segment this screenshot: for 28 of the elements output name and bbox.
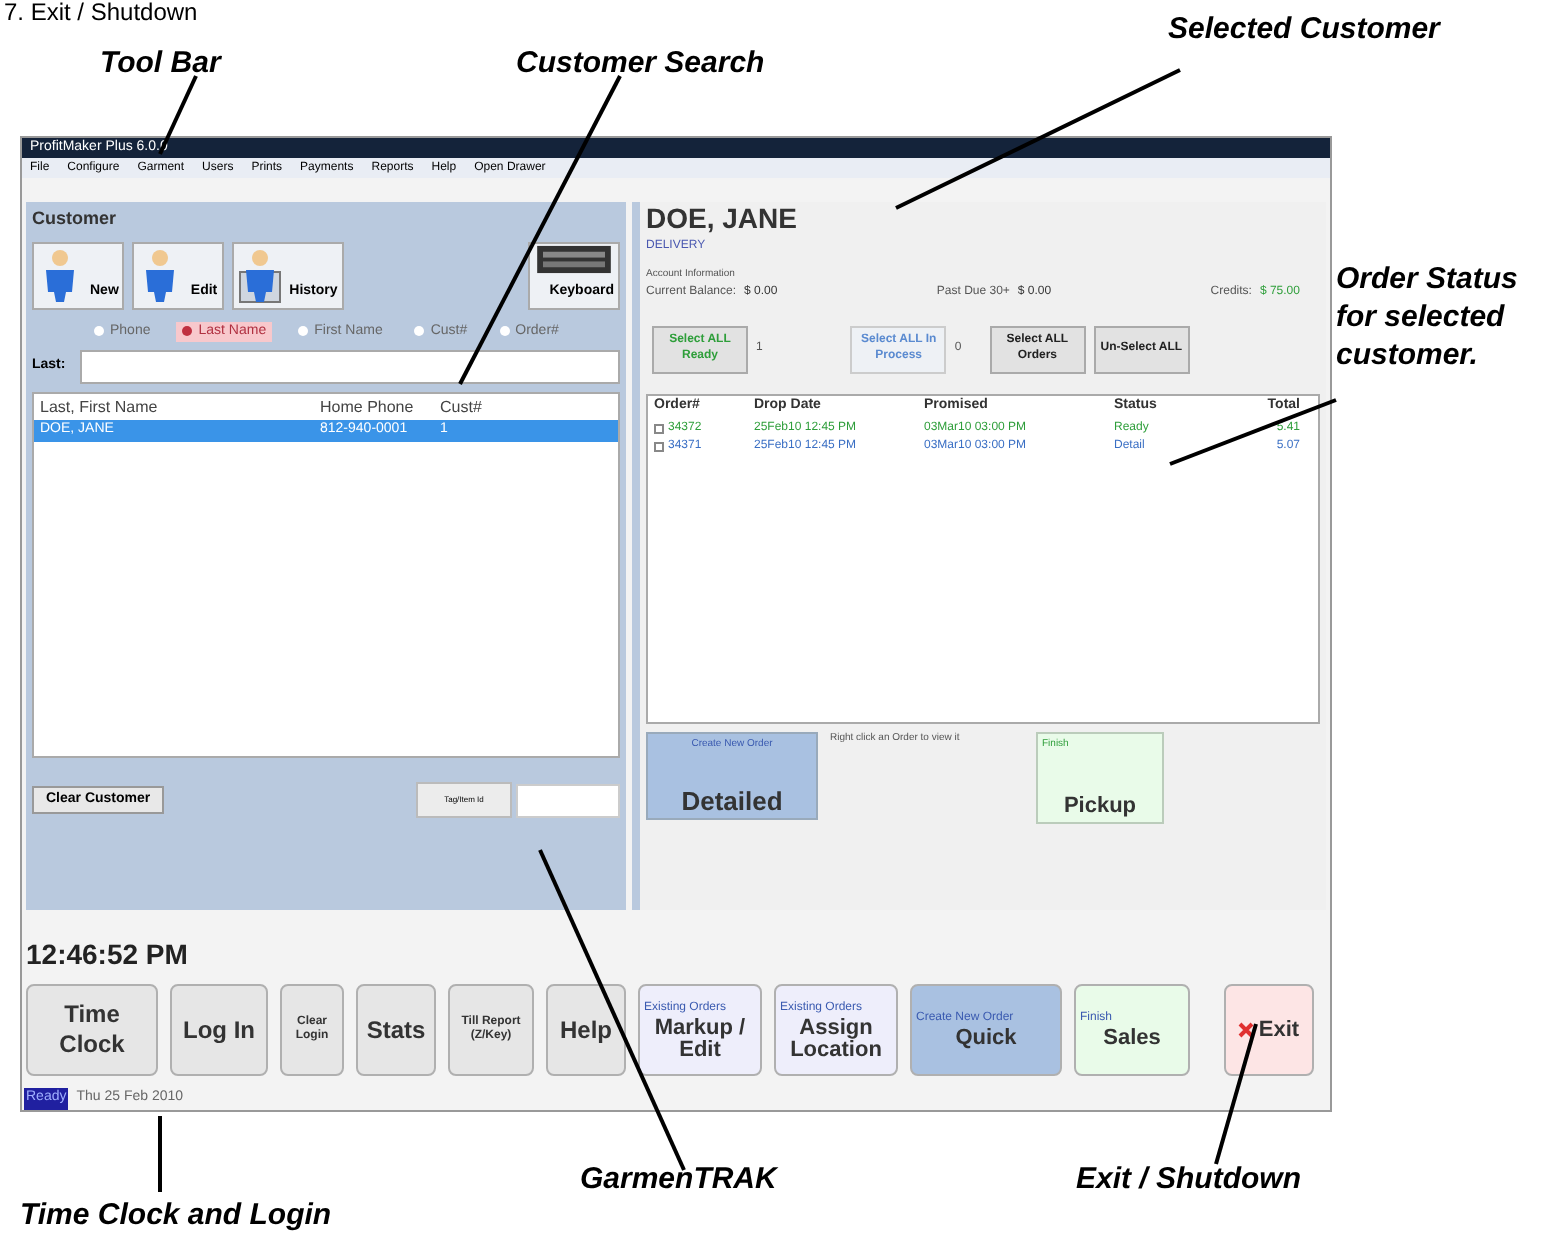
toolbar-button[interactable]: Stats bbox=[356, 984, 436, 1076]
caption: 7. Exit / Shutdown bbox=[4, 0, 198, 26]
checkbox[interactable] bbox=[654, 441, 664, 451]
checkbox[interactable] bbox=[654, 423, 664, 433]
toolbar-button[interactable]: Log In bbox=[170, 984, 268, 1076]
customer-name: DOE, JANE bbox=[646, 202, 799, 234]
search-field[interactable] bbox=[80, 350, 620, 384]
close-icon bbox=[1238, 1022, 1255, 1038]
callout-label: Customer Search bbox=[516, 44, 765, 82]
exit-button[interactable]: Exit bbox=[1224, 984, 1314, 1076]
column-header: Cust# bbox=[440, 395, 484, 419]
panel-title: Customer bbox=[32, 206, 119, 232]
leader-line bbox=[1214, 1023, 1258, 1165]
tag-field[interactable] bbox=[516, 783, 620, 817]
callout-label: Tool Bar bbox=[100, 44, 221, 82]
callout-label: Order Status for selected customer. bbox=[1336, 260, 1520, 374]
leader-line bbox=[158, 1116, 162, 1192]
clock-text: 12:46:52 PM bbox=[24, 936, 190, 974]
toolbar-button[interactable]: Time Clock bbox=[26, 984, 158, 1076]
callout-label: GarmenTRAK bbox=[580, 1160, 777, 1198]
column-header: Home Phone bbox=[320, 395, 416, 419]
column-header: Last, First Name bbox=[40, 395, 160, 419]
keyboard-icon bbox=[534, 243, 614, 274]
callout-label: Selected Customer bbox=[1168, 10, 1440, 48]
callout-label: Exit / Shutdown bbox=[1076, 1160, 1301, 1198]
callout-label: Time Clock and Login bbox=[20, 1196, 332, 1234]
toolbar-button[interactable]: Help bbox=[546, 984, 626, 1076]
person-list-icon bbox=[237, 247, 282, 303]
